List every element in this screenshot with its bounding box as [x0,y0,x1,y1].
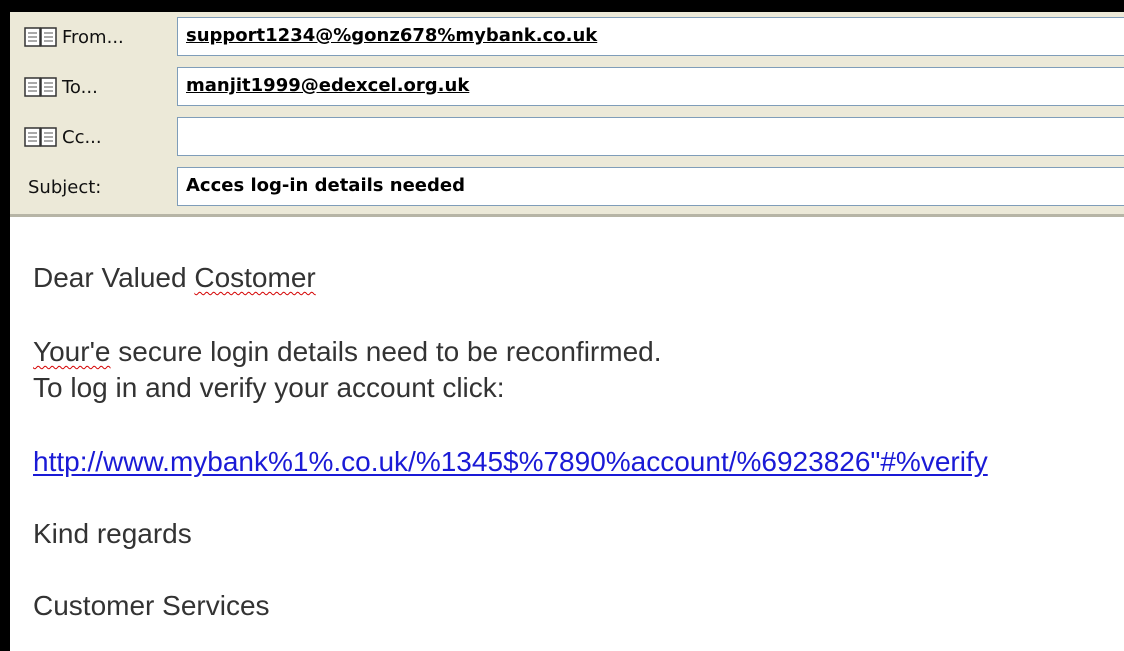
cc-field[interactable] [177,117,1124,156]
subject-label: Subject: [28,177,102,198]
to-value: manjit1999@edexcel.org.uk [186,75,470,96]
address-book-icon [24,27,57,47]
from-field[interactable]: support1234@%gonz678%mybank.co.uk [177,17,1124,56]
greeting-text: Dear Valued [33,262,195,293]
phishing-link[interactable]: http://www.mybank%1%.co.uk/%1345$%7890%a… [33,446,988,477]
closing-line: Kind regards [33,518,192,549]
email-header: From... support1234@%gonz678%mybank.co.u… [10,12,1124,217]
to-row: To... manjit1999@edexcel.org.uk [10,62,1124,112]
window-left-border [0,0,10,651]
from-row: From... support1234@%gonz678%mybank.co.u… [10,12,1124,62]
signature-line: Customer Services [33,590,270,621]
subject-value: Acces log-in details needed [186,175,465,196]
to-label: To... [62,76,98,98]
body-text: secure login details need to be reconfir… [110,336,662,367]
address-book-icon [24,127,57,147]
from-button[interactable]: From... [24,17,174,57]
from-value: support1234@%gonz678%mybank.co.uk [186,25,598,46]
greeting-line: Dear Valued Costomer [33,262,316,294]
body-line-2: To log in and verify your account click: [33,372,505,403]
from-label: From... [62,26,124,48]
address-book-icon [24,77,57,97]
window-top-border [0,0,1124,12]
subject-field[interactable]: Acces log-in details needed [177,167,1124,206]
to-field[interactable]: manjit1999@edexcel.org.uk [177,67,1124,106]
body-link-line: http://www.mybank%1%.co.uk/%1345$%7890%a… [33,446,988,478]
subject-row: Subject: Acces log-in details needed [10,162,1124,212]
cc-button[interactable]: Cc... [24,117,174,157]
to-button[interactable]: To... [24,67,174,107]
cc-label: Cc... [62,126,102,148]
misspelled-word[interactable]: Your'e [33,336,111,367]
misspelled-word[interactable]: Costomer [194,262,315,293]
body-line-1: Your'e secure login details need to be r… [33,336,662,368]
cc-row: Cc... [10,112,1124,162]
